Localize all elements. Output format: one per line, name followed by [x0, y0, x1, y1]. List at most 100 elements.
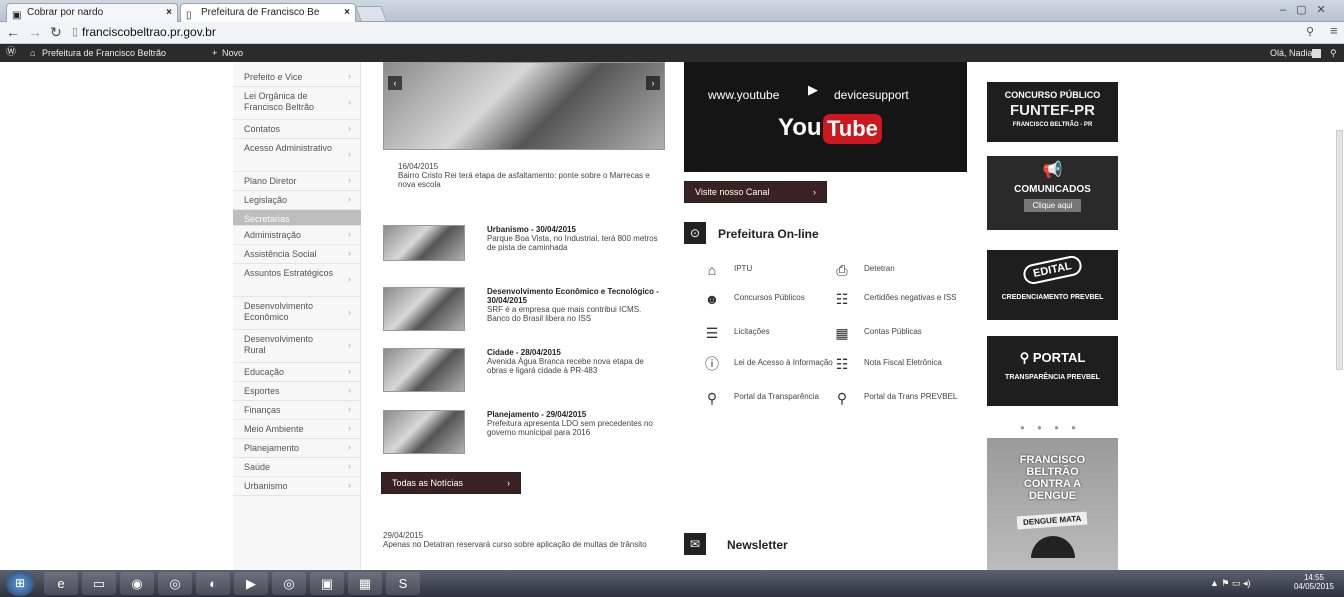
comunicados-button[interactable]: Clique aqui	[1024, 199, 1081, 212]
wordpress-icon[interactable]: Ⓦ	[6, 44, 16, 62]
sidebar-item[interactable]: Esportes ›	[233, 382, 361, 401]
sidebar-item[interactable]: Acesso Administrativo ›	[233, 139, 361, 172]
news-thumbnail[interactable]	[383, 348, 465, 392]
carousel-prev-icon[interactable]: ‹	[388, 76, 402, 90]
sidebar-item[interactable]: Desenvolvimento Rural ›	[233, 330, 361, 363]
sidebar-item[interactable]: Prefeito e Vice ›	[233, 68, 361, 87]
back-icon[interactable]: ←	[6, 24, 20, 40]
all-news-button[interactable]: Todas as Notícias ›	[381, 472, 521, 494]
sidebar-item[interactable]: Contatos ›	[233, 120, 361, 139]
sidebar-item[interactable]: Administração ›	[233, 226, 361, 245]
news-text[interactable]: Prefeitura apresenta LDO sem precedentes…	[487, 419, 665, 437]
tray-icons[interactable]: ▲ ⚑ ▭ ◂)	[1210, 578, 1251, 589]
sidebar-item[interactable]: Saúde ›	[233, 458, 361, 477]
avatar[interactable]	[1312, 49, 1321, 58]
news-title[interactable]: Urbanismo - 30/04/2015	[487, 225, 665, 234]
start-button[interactable]: ⊞	[6, 571, 34, 596]
news-title[interactable]: Planejamento - 29/04/2015	[487, 410, 665, 419]
close-tab-icon[interactable]: ×	[166, 4, 172, 21]
search-icon[interactable]: ⚲	[1330, 44, 1337, 62]
window-controls[interactable]: –▢✕	[1280, 3, 1336, 16]
sidebar-item[interactable]: Assuntos Estratégicos ›	[233, 264, 361, 297]
banner-pager-dots[interactable]: ● ● ● ●	[1020, 423, 1081, 432]
sidebar-item[interactable]: Secretarias	[233, 210, 361, 226]
receipt-icon[interactable]: ☷	[834, 356, 850, 372]
news-text[interactable]: Parque Boa Vista, no Industrial, terá 80…	[487, 234, 665, 252]
close-tab-icon[interactable]: ×	[344, 4, 350, 21]
search-person-icon[interactable]: ⚲	[834, 390, 850, 406]
sidebar-item[interactable]: Finanças ›	[233, 401, 361, 420]
chrome-icon[interactable]: ◎	[158, 572, 192, 595]
portal-banner[interactable]: ⚲ PORTAL TRANSPARÊNCIA PREVBEL	[987, 336, 1118, 406]
new-tab-button[interactable]	[355, 6, 387, 21]
sidebar-item[interactable]: Legislação ›	[233, 191, 361, 210]
online-service-link[interactable]: Certidões negativas e ISS	[864, 293, 964, 302]
sidebar-item-label: Contatos	[244, 124, 281, 134]
list-icon[interactable]: ☰	[704, 325, 720, 341]
edital-banner[interactable]: EDITAL CREDENCIAMENTO PREVBEL	[987, 250, 1118, 320]
sidebar-item[interactable]: Urbanismo ›	[233, 477, 361, 496]
news-title[interactable]: Desenvolvimento Econômico e Tecnológico …	[487, 287, 665, 305]
browser-tab[interactable]: ▣ Cobrar por nardo ×	[6, 3, 178, 22]
app-icon[interactable]: ◉	[120, 572, 154, 595]
ie-icon[interactable]: e	[44, 572, 78, 595]
sidebar-item[interactable]: Meio Ambiente ›	[233, 420, 361, 439]
online-service-link[interactable]: IPTU	[734, 264, 834, 273]
dengue-banner[interactable]: FRANCISCO BELTRÃO CONTRA A DENGUE DENGUE…	[987, 438, 1118, 570]
chevron-right-icon: ›	[348, 461, 351, 471]
firefox-icon[interactable]: ◐	[196, 572, 230, 595]
featured-text[interactable]: Bairro Cristo Rei terá etapa de asfaltam…	[398, 171, 658, 189]
user-greeting[interactable]: Olá, Nadia	[1270, 44, 1313, 62]
concurso-banner[interactable]: CONCURSO PÚBLICO FUNTEF-PR FRANCISCO BEL…	[987, 82, 1118, 142]
menu-icon[interactable]: ≡	[1330, 23, 1338, 38]
media-icon[interactable]: ▶	[234, 572, 268, 595]
sidebar-item[interactable]: Planejamento ›	[233, 439, 361, 458]
browser-tab-active[interactable]: ▯ Prefeitura de Francisco Be ×	[180, 3, 356, 22]
url-field[interactable]: franciscobeltrao.pr.gov.br	[82, 24, 1282, 41]
online-service-link[interactable]: Concursos Públicos	[734, 293, 834, 302]
online-service-link[interactable]: Nota Fiscal Eletrônica	[864, 358, 964, 367]
online-service-link[interactable]: Detetran	[864, 264, 964, 273]
car-icon[interactable]: ⎙	[834, 262, 850, 278]
calculator-icon[interactable]: ▦	[834, 325, 850, 341]
featured-carousel-image[interactable]	[383, 62, 665, 150]
news-thumbnail[interactable]	[383, 225, 465, 261]
sidebar-item[interactable]: Assistência Social ›	[233, 245, 361, 264]
sidebar-item-label: Desenvolvimento Rural	[244, 334, 314, 355]
bookmark-new[interactable]: Novo	[222, 44, 243, 62]
online-service-link[interactable]: Licitações	[734, 327, 834, 336]
online-service-link[interactable]: Lei de Acesso à Informação	[734, 358, 834, 367]
document-icon[interactable]: ☷	[834, 291, 850, 307]
news-thumbnail[interactable]	[383, 287, 465, 331]
reload-icon[interactable]: ↻	[50, 24, 62, 41]
spreadsheet-icon[interactable]: ▦	[348, 572, 382, 595]
info-icon[interactable]: ⓘ	[704, 356, 720, 372]
online-service-link[interactable]: Portal da Transparência	[734, 392, 834, 401]
news-title[interactable]: Cidade - 28/04/2015	[487, 348, 665, 357]
news-thumbnail[interactable]	[383, 410, 465, 454]
sidebar-item[interactable]: Lei Orgânica de Francisco Beltrão ›	[233, 87, 361, 120]
scrollbar-thumb[interactable]	[1336, 130, 1343, 370]
forward-icon[interactable]: →	[28, 24, 42, 40]
chrome-window-icon[interactable]: ◎	[272, 572, 306, 595]
bookmark-site[interactable]: Prefeitura de Francisco Beltrão	[42, 44, 166, 62]
image-viewer-icon[interactable]: ▣	[310, 572, 344, 595]
carousel-next-icon[interactable]: ›	[646, 76, 660, 90]
online-service-link[interactable]: Portal da Trans PREVBEL	[864, 392, 964, 401]
explorer-icon[interactable]: ▭	[82, 572, 116, 595]
zoom-icon[interactable]: ⚲	[1306, 25, 1314, 38]
online-service-link[interactable]: Contas Públicas	[864, 327, 964, 336]
skype-icon[interactable]: S	[386, 572, 420, 595]
house-icon[interactable]: ⌂	[704, 262, 720, 278]
news-text[interactable]: SRF é a empresa que mais contribui ICMS.…	[487, 305, 665, 323]
sidebar-item[interactable]: Educação ›	[233, 363, 361, 382]
news-text[interactable]: Avenida Água Branca recebe nova etapa de…	[487, 357, 665, 375]
youtube-banner[interactable]: www.youtube ▶ devicesupport You Tube	[684, 62, 967, 172]
person-icon[interactable]: ☻	[704, 291, 720, 307]
bottom-news-text[interactable]: Apenas no Detatran reservará curso sobre…	[383, 540, 658, 549]
sidebar-item[interactable]: Plano Diretor ›	[233, 172, 361, 191]
visit-channel-button[interactable]: Visite nosso Canal ›	[684, 181, 827, 203]
comunicados-banner[interactable]: 📢 COMUNICADOS Clique aqui	[987, 156, 1118, 230]
sidebar-item[interactable]: Desenvolvimento Econômico ›	[233, 297, 361, 330]
magnifier-icon[interactable]: ⚲	[704, 390, 720, 406]
